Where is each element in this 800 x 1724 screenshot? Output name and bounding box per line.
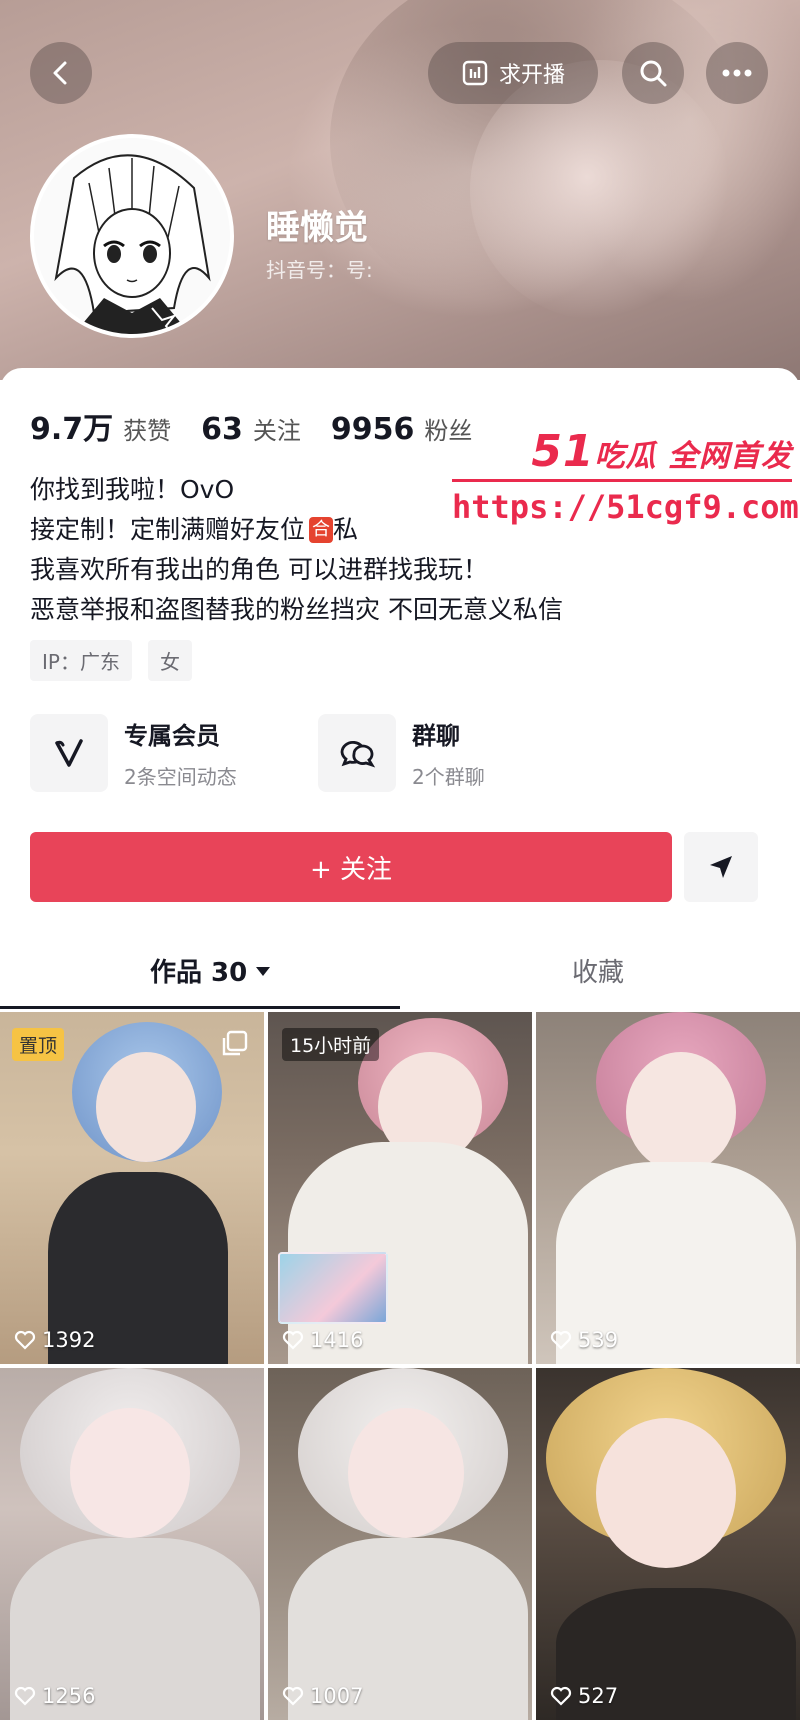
thumbnail-art — [70, 1408, 190, 1538]
stats-row: 9.7万 获赞 63 关注 9956 粉丝 — [30, 404, 502, 448]
profile-card: 9.7万 获赞 63 关注 9956 粉丝 你找到我啦！OvO 接定制！定制满赠… — [0, 368, 800, 1009]
thumbnail-art — [96, 1052, 196, 1162]
feature-text: 专属会员 2条空间动态 — [124, 716, 237, 790]
avatar[interactable] — [30, 134, 234, 338]
nickname: 睡懒觉 — [266, 208, 368, 248]
heart-icon — [550, 1330, 572, 1350]
search-icon — [640, 60, 667, 87]
bio-line: 我喜欢所有我出的角色 可以进群找我玩！ — [30, 555, 488, 584]
feature-title: 群聊 — [412, 722, 460, 750]
video-thumbnail[interactable]: 1007 — [268, 1368, 532, 1720]
multi-image-icon — [222, 1030, 248, 1056]
search-button[interactable] — [622, 42, 684, 104]
video-thumbnail[interactable]: 1256 — [0, 1368, 264, 1720]
feature-text: 群聊 2个群聊 — [412, 716, 485, 790]
watermark-number: 51 — [531, 426, 595, 477]
bio-line: 恶意举报和盗图替我的粉丝挡灾 不回无意义私信 — [30, 595, 563, 624]
watermark-brand-text: 吃瓜 全网首发 — [594, 439, 792, 474]
profile-banner: 求开播 睡懒觉 抖音号：号: — [0, 0, 800, 380]
live-chart-icon — [462, 60, 488, 86]
video-thumbnail[interactable]: 539 — [536, 1012, 800, 1364]
video-thumbnail[interactable]: 置顶 1392 — [0, 1012, 264, 1364]
like-number: 527 — [578, 1684, 619, 1708]
video-thumbnail[interactable]: 15小时前 1416 — [268, 1012, 532, 1364]
stat-label: 获赞 — [123, 417, 172, 445]
stat-value: 9956 — [330, 412, 415, 447]
heart-icon — [14, 1330, 36, 1350]
feature-subtitle: 2个群聊 — [412, 765, 485, 789]
like-number: 1256 — [42, 1684, 96, 1708]
watermark-divider — [452, 479, 792, 482]
watermark-url: https://51cgf9.com — [452, 488, 799, 526]
profile-tags: IP：广东 女 — [30, 640, 192, 681]
content-tabs: 作品 30 收藏 — [0, 934, 800, 1009]
posted-time-badge: 15小时前 — [282, 1028, 380, 1061]
pinned-badge: 置顶 — [12, 1028, 65, 1061]
thumbnail-art — [348, 1408, 464, 1538]
chat-bubbles-icon — [318, 714, 396, 792]
feature-membership[interactable]: 专属会员 2条空间动态 — [30, 714, 237, 792]
like-count: 1007 — [282, 1684, 363, 1708]
v-badge-icon — [30, 714, 108, 792]
heart-icon — [282, 1686, 304, 1706]
request-live-button[interactable]: 求开播 — [428, 42, 598, 104]
tab-works[interactable]: 作品 30 — [150, 952, 271, 989]
stat-label: 关注 — [252, 417, 301, 445]
feature-group-chat[interactable]: 群聊 2个群聊 — [318, 714, 485, 792]
tab-favorites[interactable]: 收藏 — [572, 952, 624, 989]
stat-value: 9.7万 — [30, 412, 114, 447]
like-count: 1416 — [282, 1328, 363, 1352]
request-live-label: 求开播 — [498, 63, 565, 88]
more-button[interactable] — [706, 42, 768, 104]
feature-title: 专属会员 — [124, 722, 220, 750]
active-tab-indicator — [0, 1006, 400, 1009]
bio-line-text: 私 — [333, 515, 359, 544]
stat-following[interactable]: 63 关注 — [201, 411, 301, 447]
like-count: 1256 — [14, 1684, 95, 1708]
stat-value: 63 — [201, 412, 243, 447]
stat-likes[interactable]: 9.7万 获赞 — [30, 404, 171, 448]
watermark-title: 51吃瓜 全网首发 — [452, 426, 792, 477]
video-grid: 置顶 1392 15小时前 1416 539 1256 1007 527 — [0, 1012, 800, 1720]
heart-icon — [14, 1686, 36, 1706]
douyin-id[interactable]: 抖音号：号: — [266, 254, 373, 283]
sticker-overlay — [278, 1252, 388, 1324]
send-arrow-icon — [710, 856, 732, 878]
back-button[interactable] — [30, 42, 92, 104]
like-number: 1007 — [310, 1684, 364, 1708]
caret-down-icon — [256, 966, 271, 976]
like-count: 539 — [550, 1328, 618, 1352]
thumbnail-art — [626, 1052, 736, 1172]
follow-button[interactable]: + 关注 — [30, 832, 672, 902]
like-number: 1416 — [310, 1328, 364, 1352]
heart-icon — [282, 1330, 304, 1350]
he-emoji-badge: 合 — [309, 517, 334, 543]
tag-ip: IP：广东 — [30, 640, 132, 681]
tag-gender: 女 — [147, 640, 192, 681]
bio-line-text: 接定制！定制满赠好友位 — [30, 515, 306, 544]
like-number: 539 — [578, 1328, 619, 1352]
feature-subtitle: 2条空间动态 — [124, 765, 237, 789]
like-count: 1392 — [14, 1328, 95, 1352]
tab-works-label: 作品 30 — [150, 958, 248, 988]
follow-label: + 关注 — [309, 854, 393, 885]
watermark-overlay: 51吃瓜 全网首发 https://51cgf9.com — [452, 426, 799, 526]
video-thumbnail[interactable]: 527 — [536, 1368, 800, 1720]
avatar-manga-illustration — [34, 138, 230, 334]
more-dots-icon — [722, 69, 752, 77]
heart-icon — [550, 1686, 572, 1706]
like-count: 527 — [550, 1684, 618, 1708]
share-button[interactable] — [684, 832, 758, 902]
like-number: 1392 — [42, 1328, 96, 1352]
chevron-left-icon — [53, 61, 67, 85]
thumbnail-art — [596, 1418, 736, 1568]
